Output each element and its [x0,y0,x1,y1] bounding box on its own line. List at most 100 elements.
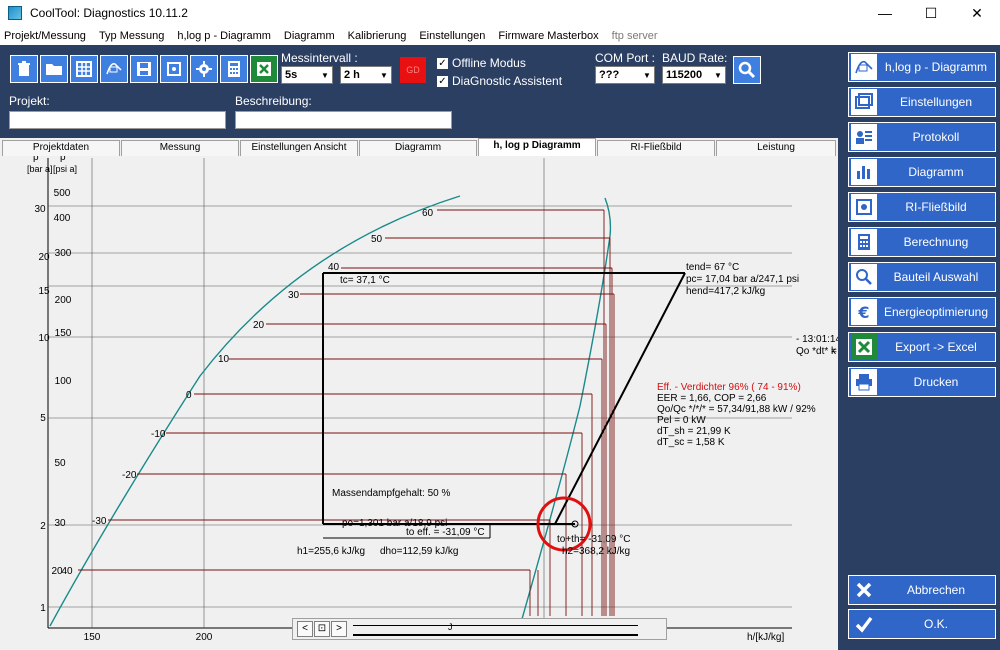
nav-prev-button[interactable]: < [297,621,313,637]
menu-hlogp-diagramm[interactable]: h,log p - Diagramm [177,30,271,42]
toh-label: to+th= -31,09 °C [557,534,631,545]
baud-rate-value: 115200 [666,69,703,81]
device-button[interactable] [160,55,188,83]
hlogp-icon [851,54,877,80]
abbrechen-button[interactable]: Abbrechen [848,575,996,605]
chevron-down-icon: ▼ [318,67,332,83]
ok-button[interactable]: O.K. [848,609,996,639]
einstellungen-button[interactable]: Einstellungen [848,87,996,117]
menu-ftp-server[interactable]: ftp server [612,30,658,42]
time-label: - 13:01:14 [796,334,838,345]
dt-sh-label: dT_sh = 21,99 K [657,426,731,437]
app-icon [8,6,22,20]
menu-firmware-masterbox[interactable]: Firmware Masterbox [498,30,598,42]
settings-button[interactable] [190,55,218,83]
duration-select[interactable]: 2 h ▼ [340,66,392,84]
save-button[interactable] [130,55,158,83]
flow-diagram-icon [851,194,877,220]
checkmark-icon [851,611,877,637]
drucken-button[interactable]: Drucken [848,367,996,397]
open-button[interactable] [40,55,68,83]
to-label: to eff. = -31,09 °C [406,527,485,538]
table-button[interactable] [70,55,98,83]
windows-icon [851,89,877,115]
com-port-select[interactable]: ??? ▼ [595,66,655,84]
maximize-button[interactable]: ☐ [908,0,954,26]
offline-mode-checkbox[interactable]: ✓ [437,58,448,69]
y-tick-bar: 5 [40,413,46,424]
berechnung-label: Berechnung [903,235,969,249]
menu-kalibrierung[interactable]: Kalibrierung [348,30,407,42]
y-tick-psi: 150 [55,328,72,339]
nav-track[interactable] [353,634,638,636]
printer-icon [851,369,877,395]
tab-einstellungen-ansicht[interactable]: Einstellungen Ansicht [240,140,358,156]
user-list-icon [851,124,877,150]
bauteil-auswahl-button[interactable]: Bauteil Auswahl [848,262,996,292]
delete-button[interactable] [10,55,38,83]
tab-hlogp-diagramm[interactable]: h, log p Diagramm [478,138,596,156]
excel-icon [851,334,877,360]
cancel-icon [851,577,877,603]
beschreibung-input[interactable] [235,111,452,129]
close-button[interactable]: ✕ [954,0,1000,26]
baud-rate-select[interactable]: 115200 ▼ [662,66,726,84]
nav-marker[interactable]: J [448,622,453,632]
y-tick-psi: 50 [54,458,66,469]
x-tick: 200 [196,632,213,643]
nav-track[interactable] [353,625,638,626]
saturated-vapour-line [519,197,612,627]
tab-messung[interactable]: Messung [121,140,239,156]
gear-icon [196,61,212,77]
efficiency-label: Eff. - Verdichter 96% ( 74 - 91%) [657,382,801,393]
nav-next-button[interactable]: > [331,621,347,637]
massendampf-label: Massendampfgehalt: 50 % [332,488,451,499]
isotherm-label: -10 [151,429,166,440]
tab-ri-fliessbild[interactable]: RI-Fließbild [597,140,715,156]
tab-diagramm[interactable]: Diagramm [359,140,477,156]
protokoll-label: Protokoll [912,130,960,144]
search-button[interactable] [733,56,761,84]
berechnung-button[interactable]: Berechnung [848,227,996,257]
chevron-down-icon: ▼ [711,67,725,83]
isotherm-label: -30 [92,516,107,527]
hlogp-diagramm-button[interactable]: h,log p - Diagramm [848,52,996,82]
assistant-label: DiaGnostic Assistent [452,74,563,88]
menu-projekt-messung[interactable]: Projekt/Messung [4,30,86,42]
protokoll-button[interactable]: Protokoll [848,122,996,152]
gd-button[interactable]: GD [400,57,426,83]
qo-qc-label: Qo/Qc */*/* = 57,34/91,88 kW / 92% [657,404,816,415]
hlogp-diagram-icon [106,62,122,75]
export-excel-label: Export -> Excel [895,340,977,354]
y-unit-bar: [bar a] [27,164,53,174]
y-tick-bar: 15 [38,286,50,297]
hlogp-diagramm-label: h,log p - Diagramm [884,60,988,74]
duration-value: 2 h [344,69,360,81]
menu-typ-messung[interactable]: Typ Messung [99,30,164,42]
export-excel-button[interactable]: Export -> Excel [848,332,996,362]
calculator-button[interactable] [220,55,248,83]
menu-einstellungen[interactable]: Einstellungen [419,30,485,42]
tab-leistung[interactable]: Leistung [716,140,836,156]
energieoptimierung-button[interactable]: € Energieoptimierung [848,297,996,327]
isotherm-label: 20 [253,320,265,331]
diagramm-button[interactable]: Diagramm [848,157,996,187]
drucken-label: Drucken [913,375,959,389]
tab-projektdaten[interactable]: Projektdaten [2,140,120,156]
title-bar: CoolTool: Diagnostics 10.11.2 — ☐ ✕ [0,0,1000,26]
nav-home-button[interactable]: ⊡ [314,621,330,637]
minimize-button[interactable]: — [862,0,908,26]
toolbar: Messintervall : 5s ▼ 2 h ▼ GD ✓ Offline … [0,45,838,138]
ri-fliessbild-button[interactable]: RI-Fließbild [848,192,996,222]
interval-select[interactable]: 5s ▼ [281,66,333,84]
menu-diagramm[interactable]: Diagramm [284,30,335,42]
projekt-input[interactable] [9,111,226,129]
assistant-checkbox[interactable]: ✓ [437,76,448,87]
calculator-icon [228,61,240,77]
chevron-down-icon: ▼ [377,67,391,83]
hlogp-button[interactable] [100,55,128,83]
refrigeration-cycle [322,272,686,525]
chevron-down-icon: ▼ [640,67,654,83]
excel-button[interactable] [250,55,278,83]
projekt-label: Projekt: [9,94,50,108]
